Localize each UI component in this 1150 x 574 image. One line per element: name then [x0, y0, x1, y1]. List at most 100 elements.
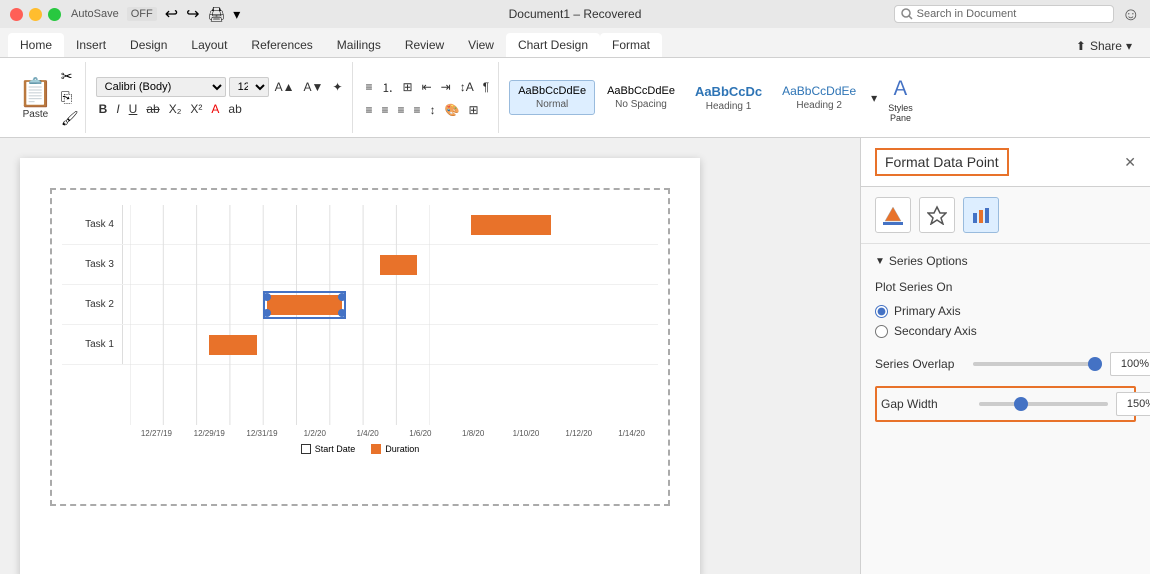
- document-area: Task 4 Task 3 Task 2: [0, 138, 860, 574]
- maximize-button[interactable]: [48, 8, 61, 21]
- task3-bar[interactable]: [380, 255, 417, 275]
- clipboard-icons: ✂ ⎘ 🖌: [61, 68, 79, 127]
- series-options-button[interactable]: [963, 197, 999, 233]
- series-options-header[interactable]: ▼ Series Options: [875, 254, 1136, 268]
- undo-icon[interactable]: ↩: [165, 4, 178, 24]
- tab-references[interactable]: References: [239, 33, 324, 57]
- strikethrough-button[interactable]: ab: [143, 100, 162, 118]
- italic-button[interactable]: I: [113, 100, 122, 118]
- bold-button[interactable]: B: [96, 100, 111, 118]
- gap-width-slider[interactable]: [979, 402, 1108, 406]
- styles-pane-button[interactable]: Ａ StylesPane: [884, 68, 917, 127]
- minimize-button[interactable]: [29, 8, 42, 21]
- fill-icon: [883, 205, 903, 225]
- axis-label-1: 12/29/19: [183, 429, 236, 438]
- legend-duration: Duration: [371, 444, 419, 454]
- tab-insert[interactable]: Insert: [64, 33, 118, 57]
- handle-left[interactable]: [263, 293, 271, 301]
- task4-bar[interactable]: [471, 215, 551, 235]
- font-grow-button[interactable]: A▲: [272, 78, 298, 96]
- paste-button[interactable]: 📋 Paste: [14, 72, 57, 124]
- handle-bottom-right[interactable]: [338, 309, 346, 317]
- style-normal[interactable]: AaBbCcDdEe Normal: [509, 80, 595, 115]
- tab-view[interactable]: View: [456, 33, 506, 57]
- chart-container[interactable]: Task 4 Task 3 Task 2: [50, 188, 670, 506]
- tab-design[interactable]: Design: [118, 33, 179, 57]
- section-arrow-icon: ▼: [875, 256, 885, 267]
- superscript-button[interactable]: X²: [187, 100, 205, 118]
- task1-label: Task 1: [62, 339, 122, 350]
- task3-label: Task 3: [62, 259, 122, 270]
- autosave-label: AutoSave: [71, 8, 119, 20]
- title-bar-right: Search in Document ☺: [894, 4, 1140, 25]
- font-family-select[interactable]: Calibri (Body): [96, 77, 226, 97]
- effects-button[interactable]: [919, 197, 955, 233]
- borders-button[interactable]: ⊞: [466, 101, 482, 119]
- primary-axis-label: Primary Axis: [894, 304, 961, 318]
- more-icon[interactable]: ▾: [233, 6, 240, 23]
- search-bar[interactable]: Search in Document: [894, 5, 1114, 23]
- handle-right[interactable]: [338, 293, 346, 301]
- font-size-select[interactable]: 12: [229, 77, 269, 97]
- axis-label-5: 1/6/20: [394, 429, 447, 438]
- style-heading1[interactable]: AaBbCcDc Heading 1: [687, 80, 770, 116]
- increase-indent-button[interactable]: ⇥: [438, 77, 454, 98]
- autosave-state[interactable]: OFF: [127, 7, 157, 21]
- primary-axis-radio[interactable]: [875, 305, 888, 318]
- underline-button[interactable]: U: [126, 100, 141, 118]
- style-heading2-label: Heading 2: [796, 100, 842, 111]
- gantt-row-task1: Task 1: [62, 325, 658, 365]
- align-right-button[interactable]: ≡: [395, 101, 408, 119]
- copy-icon[interactable]: ⎘: [61, 89, 79, 106]
- styles-pane-icon: Ａ: [890, 72, 910, 101]
- cut-icon[interactable]: ✂: [61, 68, 79, 85]
- user-icon[interactable]: ☺: [1122, 4, 1140, 25]
- font-color-button[interactable]: A: [208, 100, 222, 118]
- multilevel-button[interactable]: ⊞: [400, 77, 416, 98]
- highlight-button[interactable]: ab: [225, 100, 244, 118]
- style-no-spacing[interactable]: AaBbCcDdEe No Spacing: [599, 81, 683, 114]
- styles-expand-button[interactable]: ▾: [868, 89, 880, 107]
- decrease-indent-button[interactable]: ⇤: [419, 77, 435, 98]
- series-options-section: ▼ Series Options Plot Series On Primary …: [861, 244, 1150, 432]
- paste-icon: 📋: [18, 76, 53, 109]
- task1-bar[interactable]: [209, 335, 257, 355]
- primary-axis-option[interactable]: Primary Axis: [875, 304, 1136, 318]
- align-center-button[interactable]: ≡: [379, 101, 392, 119]
- clear-format-button[interactable]: ✦: [329, 78, 345, 96]
- bullets-button[interactable]: ≡: [363, 77, 376, 98]
- task3-area: [122, 245, 658, 284]
- tab-layout[interactable]: Layout: [179, 33, 239, 57]
- font-shrink-button[interactable]: A▼: [301, 78, 327, 96]
- numbering-button[interactable]: ⒈: [379, 77, 397, 98]
- fill-effects-button[interactable]: [875, 197, 911, 233]
- close-panel-button[interactable]: ✕: [1124, 154, 1136, 171]
- series-overlap-slider[interactable]: [973, 362, 1102, 366]
- tab-review[interactable]: Review: [393, 33, 456, 57]
- handle-bottom-left[interactable]: [263, 309, 271, 317]
- secondary-axis-option[interactable]: Secondary Axis: [875, 324, 1136, 338]
- style-heading2[interactable]: AaBbCcDdEe Heading 2: [774, 80, 864, 115]
- align-left-button[interactable]: ≡: [363, 101, 376, 119]
- gantt-row-task2: Task 2: [62, 285, 658, 325]
- tab-mailings[interactable]: Mailings: [325, 33, 393, 57]
- task4-label: Task 4: [62, 219, 122, 230]
- close-button[interactable]: [10, 8, 23, 21]
- redo-icon[interactable]: ↪: [186, 4, 199, 24]
- axis-label-8: 1/12/20: [552, 429, 605, 438]
- task2-bar[interactable]: [267, 295, 342, 315]
- share-button[interactable]: ⬆ Share ▾: [1066, 35, 1142, 57]
- gap-width-value-box: 150% ▲ ▼: [1116, 392, 1150, 416]
- format-painter-icon[interactable]: 🖌: [61, 110, 79, 127]
- line-spacing-button[interactable]: ↕: [427, 101, 439, 119]
- tab-home[interactable]: Home: [8, 33, 64, 57]
- tab-format[interactable]: Format: [600, 33, 662, 57]
- subscript-button[interactable]: X₂: [166, 100, 185, 118]
- print-icon[interactable]: 🖨: [208, 6, 226, 23]
- shading-button[interactable]: 🎨: [442, 101, 463, 119]
- tab-chart-design[interactable]: Chart Design: [506, 33, 600, 57]
- show-formatting-button[interactable]: ¶: [480, 77, 492, 98]
- secondary-axis-radio[interactable]: [875, 325, 888, 338]
- justify-button[interactable]: ≡: [411, 101, 424, 119]
- sort-button[interactable]: ↕A: [457, 77, 477, 98]
